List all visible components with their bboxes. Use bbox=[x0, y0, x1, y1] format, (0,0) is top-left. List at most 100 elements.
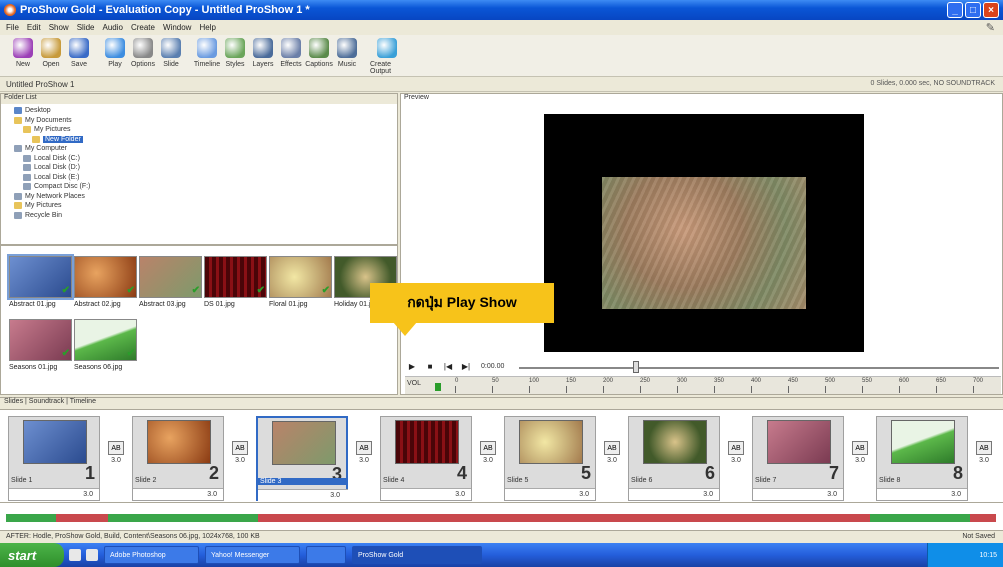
file-thumbnail[interactable]: ✔ Seasons 01.jpg bbox=[9, 319, 72, 375]
toolbar-label: Captions bbox=[305, 61, 333, 68]
main-toolbar: New Open Save Play Options Slide Timeline Style… bbox=[0, 35, 1003, 77]
file-thumbnail[interactable]: ✔ Abstract 02.jpg bbox=[74, 256, 137, 312]
toolbar-music-button[interactable]: Music bbox=[334, 38, 360, 68]
folder-tree-item[interactable]: My Pictures bbox=[1, 125, 397, 135]
toolbar-save-button[interactable]: Save bbox=[66, 38, 92, 68]
slide-card-2[interactable]: 2 Slide 2 3.0 bbox=[132, 416, 224, 501]
toolbar-open-button[interactable]: Open bbox=[38, 38, 64, 68]
folder-tree-item[interactable]: Local Disk (D:) bbox=[1, 163, 397, 173]
folder-tree-item[interactable]: Local Disk (E:) bbox=[1, 173, 397, 183]
close-button[interactable]: × bbox=[983, 2, 999, 18]
transition-button[interactable]: AB 3.0 bbox=[228, 441, 252, 471]
ruler-tick bbox=[788, 386, 789, 393]
menu-item-slide[interactable]: Slide bbox=[77, 23, 95, 32]
taskbar-task-button[interactable]: Adobe Photoshop bbox=[104, 546, 199, 564]
slide-card-4[interactable]: 4 Slide 4 3.0 bbox=[380, 416, 472, 501]
toolbar-new-button[interactable]: New bbox=[10, 38, 36, 68]
slide-thumbnail bbox=[643, 420, 707, 464]
soundtrack-track[interactable] bbox=[0, 502, 1003, 530]
toolbar-timeline-button[interactable]: Timeline bbox=[194, 38, 220, 68]
folder-tree-item[interactable]: My Network Places bbox=[1, 192, 397, 202]
transition-duration: 3.0 bbox=[359, 457, 369, 464]
toolbar-create-output-button[interactable]: Create Output bbox=[370, 38, 404, 75]
slide-list-tabs[interactable]: Slides | Soundtrack | Timeline bbox=[0, 397, 1003, 408]
next-slide-button[interactable]: ▶| bbox=[459, 360, 473, 372]
transition-button[interactable]: AB 3.0 bbox=[352, 441, 376, 471]
thumbnail-image: ✔ bbox=[74, 256, 137, 298]
thumbnail-filename: Floral 01.jpg bbox=[269, 301, 308, 308]
taskbar-task-button[interactable]: ProShow Gold bbox=[352, 546, 482, 564]
menu-item-create[interactable]: Create bbox=[131, 23, 155, 32]
menu-item-window[interactable]: Window bbox=[163, 23, 191, 32]
toolbar-slide-button[interactable]: Slide bbox=[158, 38, 184, 68]
ruler-tick-label: 200 bbox=[603, 378, 614, 384]
folder-tree-item[interactable]: My Documents bbox=[1, 116, 397, 126]
ruler-tick-label: 0 bbox=[455, 378, 459, 384]
ruler-tick bbox=[936, 386, 937, 393]
previous-slide-button[interactable]: |◀ bbox=[441, 360, 455, 372]
transition-ab-icon: AB bbox=[852, 441, 868, 455]
status-bar: AFTER: Hodle, ProShow Gold, Build, Conte… bbox=[0, 530, 1003, 543]
menu-bar: ✎ File Edit Show Slide Audio Create Window Help bbox=[0, 20, 1003, 35]
minimize-button[interactable]: _ bbox=[947, 2, 963, 18]
slide-duration: 3.0 bbox=[951, 491, 961, 498]
folder-tree-item[interactable]: Local Disk (C:) bbox=[1, 154, 397, 164]
slide-name: Slide 4 bbox=[383, 477, 405, 484]
menu-item-audio[interactable]: Audio bbox=[103, 23, 123, 32]
transition-duration: 3.0 bbox=[731, 457, 741, 464]
folder-tree-item[interactable]: My Pictures bbox=[1, 201, 397, 211]
file-thumbnail[interactable]: ✔ Abstract 01.jpg bbox=[7, 254, 74, 312]
start-button[interactable]: start bbox=[0, 543, 64, 567]
folder-tree-label: My Computer bbox=[25, 145, 68, 153]
slide-card-3[interactable]: 3 Slide 3 3.0 bbox=[256, 416, 348, 501]
menu-item-help[interactable]: Help bbox=[199, 23, 215, 32]
taskbar-task-button[interactable] bbox=[306, 546, 346, 564]
slide-card-6[interactable]: 6 Slide 6 3.0 bbox=[628, 416, 720, 501]
toolbar-effects-button[interactable]: Effects bbox=[278, 38, 304, 68]
file-thumbnail[interactable]: ✔ DS 01.jpg bbox=[204, 256, 267, 312]
menu-item-edit[interactable]: Edit bbox=[27, 23, 41, 32]
ruler-tick-label: 500 bbox=[825, 378, 836, 384]
stop-button[interactable]: ■ bbox=[423, 360, 437, 372]
time-label: 0:00.00 bbox=[481, 362, 505, 370]
thumbnail-image: ✔ bbox=[7, 254, 74, 300]
position-slider-track[interactable] bbox=[519, 367, 999, 369]
transition-button[interactable]: AB 3.0 bbox=[476, 441, 500, 471]
transition-button[interactable]: AB 3.0 bbox=[600, 441, 624, 471]
play-show-button[interactable]: ▶ bbox=[405, 360, 419, 372]
toolbar-options-button[interactable]: Options bbox=[130, 38, 156, 68]
transition-button[interactable]: AB 3.0 bbox=[104, 441, 128, 471]
folder-tree-item[interactable]: My Computer bbox=[1, 144, 397, 154]
toolbar-label: Music bbox=[337, 61, 357, 68]
taskbar-task-button[interactable]: Yahoo! Messenger bbox=[205, 546, 300, 564]
toolbar-layers-button[interactable]: Layers bbox=[250, 38, 276, 68]
toolbar-play-button[interactable]: Play bbox=[102, 38, 128, 68]
position-slider-knob[interactable] bbox=[633, 361, 639, 373]
quicklaunch-ie-icon[interactable] bbox=[69, 549, 81, 561]
file-thumbnail[interactable]: ✔ Seasons 06.jpg bbox=[74, 319, 137, 375]
menu-item-show[interactable]: Show bbox=[49, 23, 69, 32]
quicklaunch-desktop-icon[interactable] bbox=[86, 549, 98, 561]
toolbar-captions-button[interactable]: Captions bbox=[305, 38, 333, 68]
folder-tree-item[interactable]: Compact Disc (F:) bbox=[1, 182, 397, 192]
file-thumbnail[interactable]: ✔ Abstract 03.jpg bbox=[139, 256, 202, 312]
toolbar-styles-button[interactable]: Styles bbox=[222, 38, 248, 68]
transition-button[interactable]: AB 3.0 bbox=[972, 441, 996, 471]
folder-tree-item[interactable]: Recycle Bin bbox=[1, 211, 397, 221]
menu-item-file[interactable]: File bbox=[6, 23, 19, 32]
thumbnail-image: ✔ bbox=[139, 256, 202, 298]
folder-tree-item[interactable]: New Folder bbox=[1, 135, 397, 145]
transition-button[interactable]: AB 3.0 bbox=[724, 441, 748, 471]
slide-card-8[interactable]: 8 Slide 8 3.0 bbox=[876, 416, 968, 501]
maximize-button[interactable]: □ bbox=[965, 2, 981, 18]
folder-tree-item[interactable]: Desktop bbox=[1, 106, 397, 116]
folder-tree-label: Local Disk (C:) bbox=[34, 154, 80, 162]
slide-card-5[interactable]: 5 Slide 5 3.0 bbox=[504, 416, 596, 501]
slide-card-7[interactable]: 7 Slide 7 3.0 bbox=[752, 416, 844, 501]
transition-button[interactable]: AB 3.0 bbox=[848, 441, 872, 471]
slide-card-1[interactable]: 1 Slide 1 3.0 bbox=[8, 416, 100, 501]
transition-duration: 3.0 bbox=[979, 457, 989, 464]
ruler-tick-label: 150 bbox=[566, 378, 577, 384]
file-thumbnail[interactable]: ✔ Floral 01.jpg bbox=[269, 256, 332, 312]
transition-ab-icon: AB bbox=[356, 441, 372, 455]
